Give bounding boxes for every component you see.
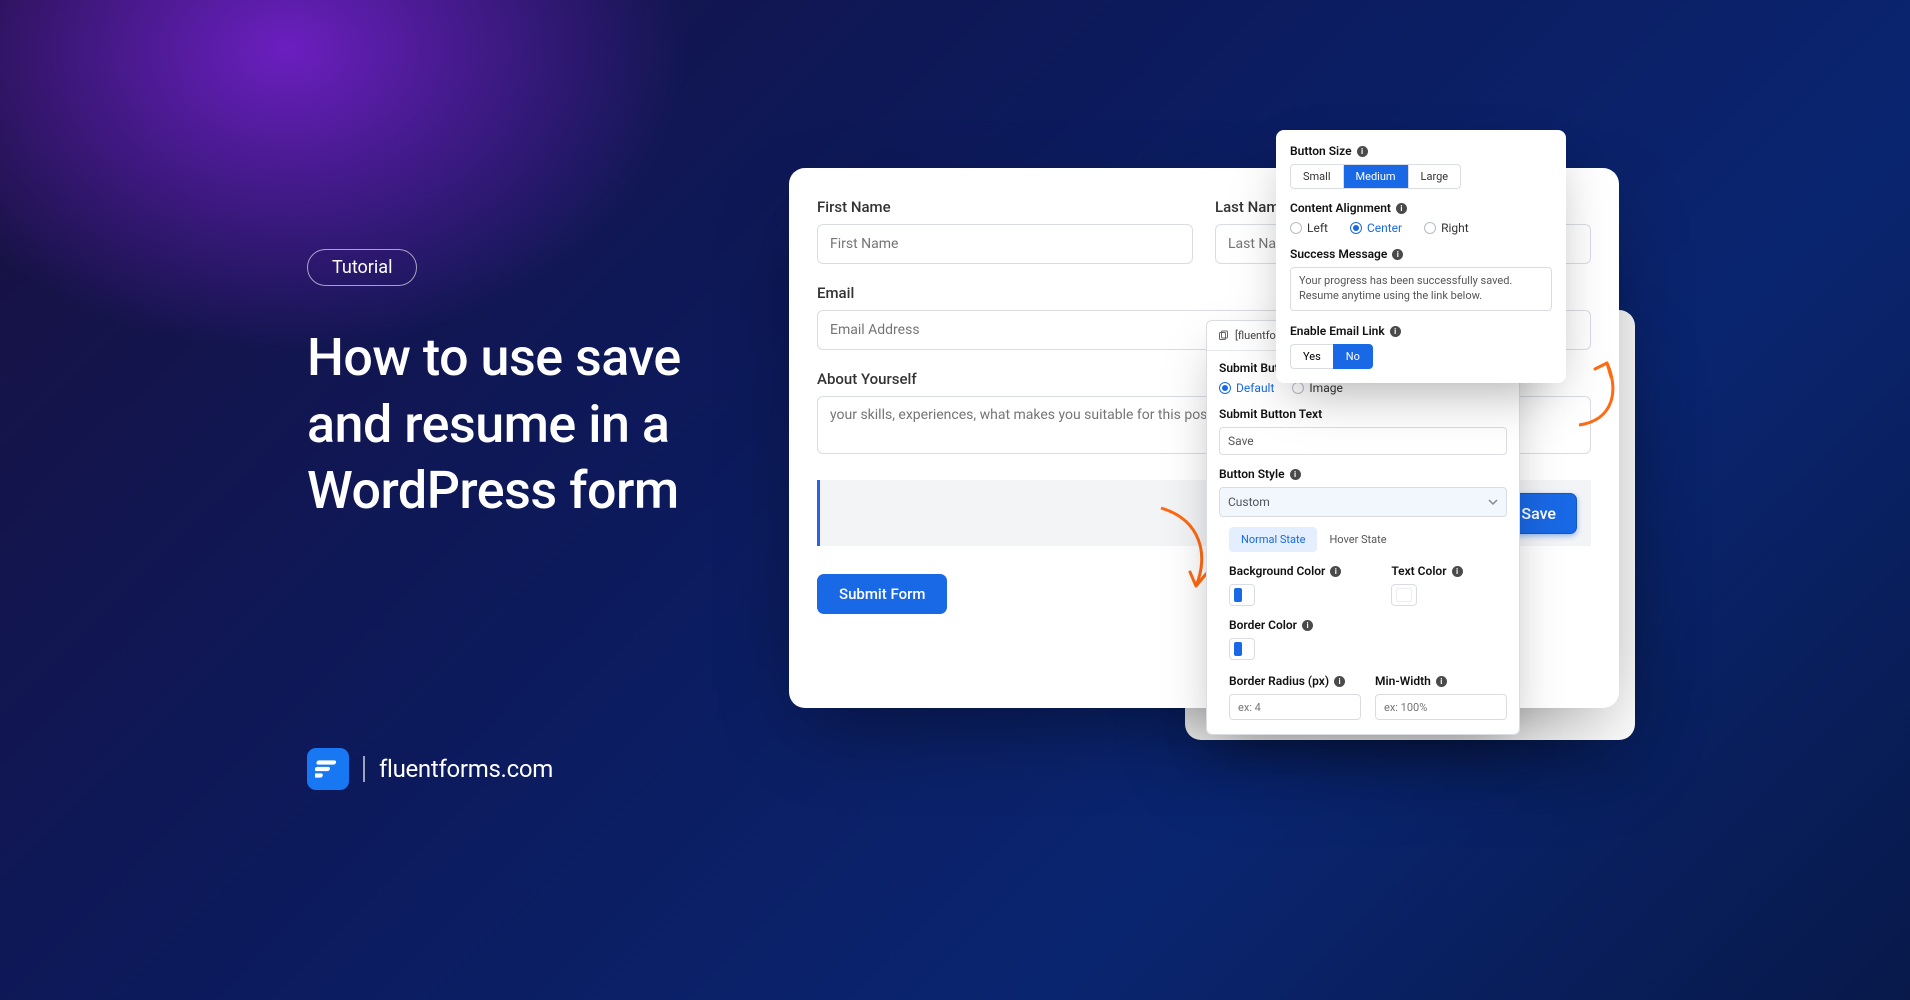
align-right[interactable]: Right [1424,221,1469,235]
border-color-swatch[interactable] [1229,638,1255,660]
copy-icon [1217,330,1229,342]
size-small[interactable]: Small [1291,165,1344,188]
submit-type-radios: Default Image [1219,381,1507,395]
state-tabs: Normal State Hover State [1229,527,1507,552]
tutorial-badge: Tutorial [307,249,417,286]
info-icon: i [1357,146,1368,157]
submit-text-input[interactable] [1219,427,1507,455]
size-medium[interactable]: Medium [1344,165,1409,188]
first-name-input[interactable] [817,224,1193,264]
button-style-select[interactable]: Custom [1219,487,1507,517]
submit-button[interactable]: Submit Form [817,574,947,614]
info-icon: i [1334,676,1345,687]
radio-default[interactable]: Default [1219,381,1274,395]
alignment-radios: Left Center Right [1290,221,1552,235]
bg-color-block: Background Colori [1229,564,1341,606]
headline-line-1: How to use save [307,325,681,392]
size-large[interactable]: Large [1409,165,1461,188]
email-link-toggle: Yes No [1290,344,1552,369]
text-color-block: Text Colori [1391,564,1462,606]
info-icon: i [1452,566,1463,577]
min-width-block: Min-Widthi [1375,674,1507,720]
info-icon: i [1392,249,1403,260]
headline-line-2: and resume in a [307,392,681,459]
brand-text: fluentforms.com [379,755,553,783]
headline-line-3: WordPress form [307,458,681,525]
email-link-no[interactable]: No [1333,344,1373,369]
success-msg-label: Success Messagei [1290,247,1552,261]
info-icon: i [1330,566,1341,577]
alignment-label: Content Alignmenti [1290,201,1552,215]
email-link-yes[interactable]: Yes [1290,344,1333,369]
first-name-field: First Name [817,198,1193,264]
success-msg-textarea[interactable]: Your progress has been successfully save… [1290,267,1552,311]
size-segmented: Small Medium Large [1290,164,1461,189]
brand: fluentforms.com [307,748,553,790]
button-style-label: Button Stylei [1219,467,1507,481]
align-center[interactable]: Center [1350,221,1402,235]
tab-normal-state[interactable]: Normal State [1229,527,1317,552]
border-radius-input[interactable] [1229,694,1361,720]
top-options-panel: Button Sizei Small Medium Large Content … [1276,130,1566,383]
align-left[interactable]: Left [1290,221,1328,235]
border-radius-block: Border Radius (px)i [1229,674,1361,720]
page-title: How to use save and resume in a WordPres… [307,325,681,525]
bg-color-swatch[interactable] [1229,584,1255,606]
info-icon: i [1390,326,1401,337]
text-color-swatch[interactable] [1391,584,1417,606]
chevron-down-icon [1488,497,1498,507]
info-icon: i [1396,203,1407,214]
min-width-input[interactable] [1375,694,1507,720]
brand-separator [363,756,365,782]
first-name-label: First Name [817,198,1193,216]
button-size-label: Button Sizei [1290,144,1552,158]
info-icon: i [1436,676,1447,687]
email-link-label: Enable Email Linki [1290,324,1552,338]
border-color-block: Border Colori [1229,618,1507,660]
fluentforms-logo-icon [307,748,349,790]
info-icon: i [1302,620,1313,631]
radio-image[interactable]: Image [1292,381,1342,395]
tab-hover-state[interactable]: Hover State [1317,527,1398,552]
chevron-down-icon [1246,591,1250,599]
submit-text-label: Submit Button Text [1219,407,1507,421]
chevron-down-icon [1246,645,1250,653]
info-icon: i [1290,469,1301,480]
